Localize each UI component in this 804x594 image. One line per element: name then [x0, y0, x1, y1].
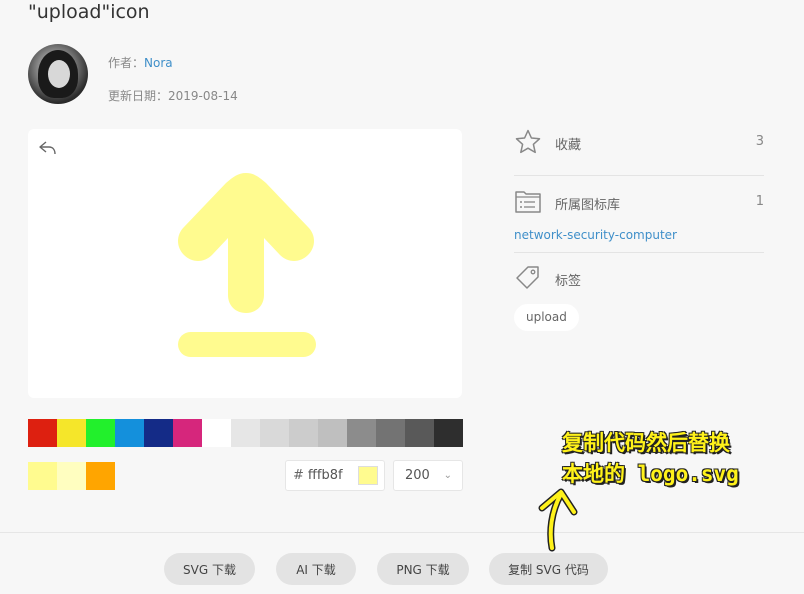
- undo-icon[interactable]: [38, 139, 58, 157]
- color-swatch[interactable]: [144, 419, 173, 447]
- ai-download-button[interactable]: AI 下载: [276, 553, 356, 585]
- svg-download-button[interactable]: SVG 下载: [164, 553, 255, 585]
- color-palette: [28, 419, 463, 447]
- star-icon[interactable]: [514, 128, 542, 156]
- tag-icon: [516, 266, 539, 289]
- annotation-line: 本地的 logo.svg: [562, 462, 739, 486]
- page-title: "upload"icon: [28, 1, 150, 23]
- color-swatch[interactable]: [347, 419, 376, 447]
- author-line: 作者：Nora: [108, 54, 173, 71]
- color-swatch[interactable]: [289, 419, 318, 447]
- annotation-arrow-icon: [538, 488, 578, 552]
- hash-symbol: #: [293, 468, 304, 483]
- size-select[interactable]: 200 ⌄: [393, 460, 463, 491]
- updated-line: 更新日期：2019-08-14: [108, 87, 238, 104]
- tags-row: 标签: [514, 264, 764, 292]
- size-value: 200: [405, 468, 430, 483]
- png-download-button[interactable]: PNG 下载: [377, 553, 469, 585]
- recent-color-swatch[interactable]: [28, 462, 57, 490]
- color-swatch[interactable]: [173, 419, 202, 447]
- color-hex-value: fffb8f: [307, 468, 343, 483]
- recent-color-swatch[interactable]: [86, 462, 115, 490]
- color-swatch[interactable]: [57, 419, 86, 447]
- library-row: 所属图标库 1: [514, 188, 764, 216]
- color-swatch[interactable]: [318, 419, 347, 447]
- recent-colors: [28, 462, 115, 490]
- color-swatch[interactable]: [115, 419, 144, 447]
- author-label: 作者：: [108, 56, 145, 70]
- tags-label: 标签: [555, 274, 582, 289]
- library-link[interactable]: network-security-computer: [514, 228, 677, 242]
- color-hex-input[interactable]: # fffb8f: [285, 460, 385, 491]
- annotation-text: 复制代码然后替换 本地的 logo.svg: [562, 428, 739, 490]
- updated-date: 2019-08-14: [168, 89, 238, 103]
- copy-svg-button[interactable]: 复制 SVG 代码: [489, 553, 608, 585]
- upload-icon: [178, 173, 316, 357]
- list-folder-icon: [515, 191, 541, 213]
- color-swatch[interactable]: [202, 419, 231, 447]
- avatar[interactable]: [28, 44, 88, 104]
- collect-count: 3: [755, 134, 764, 149]
- color-swatch[interactable]: [86, 419, 115, 447]
- author-link[interactable]: Nora: [144, 56, 173, 70]
- divider: [514, 252, 764, 253]
- color-swatch[interactable]: [260, 419, 289, 447]
- recent-color-swatch[interactable]: [57, 462, 86, 490]
- collect-row[interactable]: 收藏 3: [514, 128, 764, 156]
- color-swatch[interactable]: [405, 419, 434, 447]
- tag-chip-upload[interactable]: upload: [514, 304, 579, 331]
- divider: [514, 175, 764, 176]
- color-chip[interactable]: [358, 466, 378, 485]
- icon-preview: [28, 129, 462, 398]
- chevron-down-icon: ⌄: [443, 470, 452, 481]
- color-swatch[interactable]: [434, 419, 463, 447]
- updated-label: 更新日期：: [108, 89, 169, 103]
- avatar-face: [48, 60, 70, 88]
- library-count: 1: [755, 194, 764, 209]
- annotation-line: 复制代码然后替换: [562, 431, 730, 455]
- color-swatch[interactable]: [231, 419, 260, 447]
- color-swatch[interactable]: [376, 419, 405, 447]
- library-label: 所属图标库: [555, 198, 621, 213]
- color-swatch[interactable]: [28, 419, 57, 447]
- collect-label: 收藏: [555, 138, 582, 153]
